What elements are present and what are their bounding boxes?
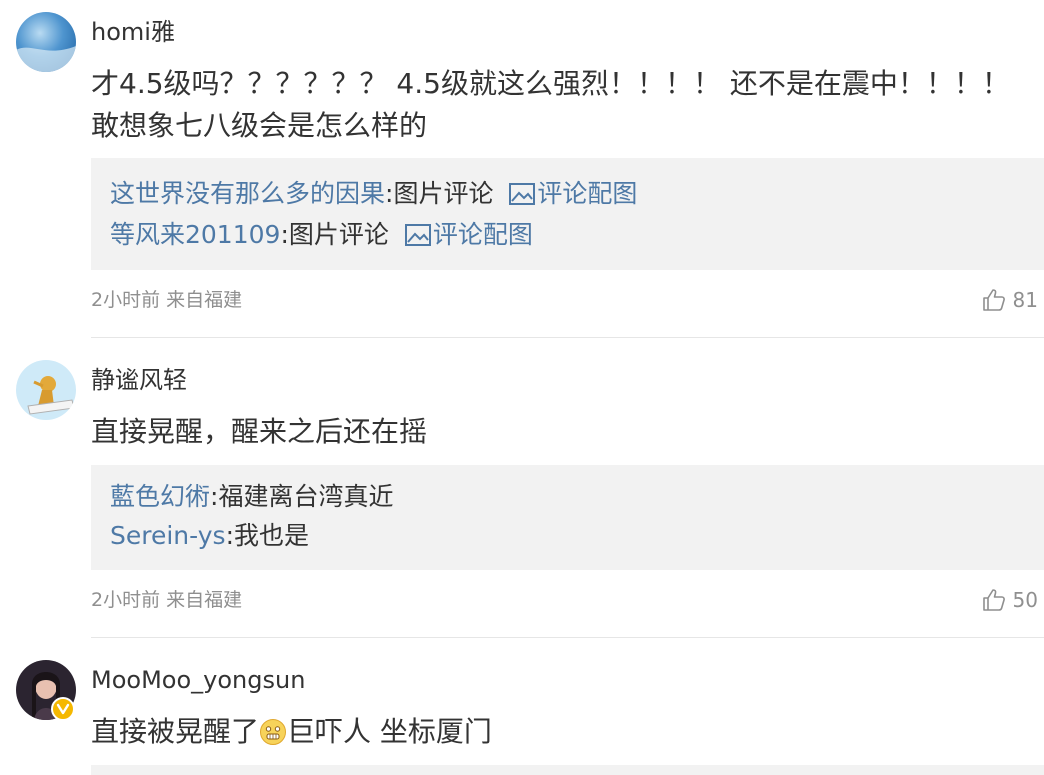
comment-text-line: 才4.5级吗？？？？？？ 4.5级就这么强烈！！！！ 还不是在震中！！！！ [91,67,1010,100]
reply-item: 这世界没有那么多的因果:图片评论 评论配图 [110,175,637,213]
reply-separator: : [280,220,289,249]
reply-text: 我也是 [234,521,310,550]
comment-text-part: 巨吓人 坐标厦门 [287,715,492,748]
avatar[interactable] [16,360,76,420]
comment-text-part: 直接被晃醒了 [91,715,260,748]
like-button[interactable]: 81 [982,286,1038,314]
reply-box[interactable]: 这世界没有那么多的因果:图片评论 评论配图 等风来201109:图片评论 评论配… [91,158,1044,270]
reply-item: Serein-ys:我也是 [110,517,309,555]
username[interactable]: 静谧风轻 [91,364,187,396]
picture-link-label: 评论配图 [537,179,638,208]
picture-link[interactable]: 评论配图 [397,220,533,249]
thumbs-up-icon [982,589,1005,611]
reply-username[interactable]: 这世界没有那么多的因果 [110,179,385,208]
divider [91,637,1044,638]
reply-separator: : [225,521,234,550]
username[interactable]: MooMoo_yongsun [91,664,305,696]
comment-item: 静谧风轻 直接晃醒，醒来之后还在摇 藍色幻術:福建离台湾真近 Serein-ys… [0,340,1044,640]
comment-meta: 2小时前 来自福建 [91,289,243,311]
reply-text: 图片评论 [393,179,494,208]
comment-meta: 2小时前 来自福建 [91,589,243,611]
reply-username[interactable]: Serein-ys [110,521,226,550]
picture-link-label: 评论配图 [432,220,533,249]
comment-text: 直接被晃醒了 巨吓人 坐标厦门 [91,711,1036,753]
reply-item: 藍色幻術:福建离台湾真近 [110,478,393,516]
comment-text: 才4.5级吗？？？？？？ 4.5级就这么强烈！！！！ 还不是在震中！！！！ 敢想… [91,63,1036,147]
comment-item: MooMoo_yongsun 直接被晃醒了 巨吓人 坐标厦门 [0,640,1044,775]
reply-box[interactable] [91,765,1044,775]
picture-icon [509,183,536,205]
like-button[interactable]: 50 [982,586,1038,614]
thumbs-up-icon [982,289,1005,311]
reply-item: 等风来201109:图片评论 评论配图 [110,216,533,254]
reply-username[interactable]: 等风来201109 [110,220,280,249]
divider [91,337,1044,338]
reply-text: 福建离台湾真近 [218,482,394,511]
reply-username[interactable]: 藍色幻術 [110,482,210,511]
picture-icon [404,224,431,246]
comment-text: 直接晃醒，醒来之后还在摇 [91,415,428,448]
vip-badge-icon [51,697,75,721]
like-count: 81 [1012,288,1038,312]
username[interactable]: homi雅 [91,16,175,48]
grimace-emoji [260,719,287,745]
reply-box[interactable]: 藍色幻術:福建离台湾真近 Serein-ys:我也是 [91,465,1044,570]
comment-text-line: 敢想象七八级会是怎么样的 [91,109,428,142]
reply-text: 图片评论 [288,220,389,249]
avatar[interactable] [16,12,76,72]
picture-link[interactable]: 评论配图 [501,179,637,208]
comment-item: homi雅 才4.5级吗？？？？？？ 4.5级就这么强烈！！！！ 还不是在震中！… [0,0,1044,340]
like-count: 50 [1012,588,1038,612]
